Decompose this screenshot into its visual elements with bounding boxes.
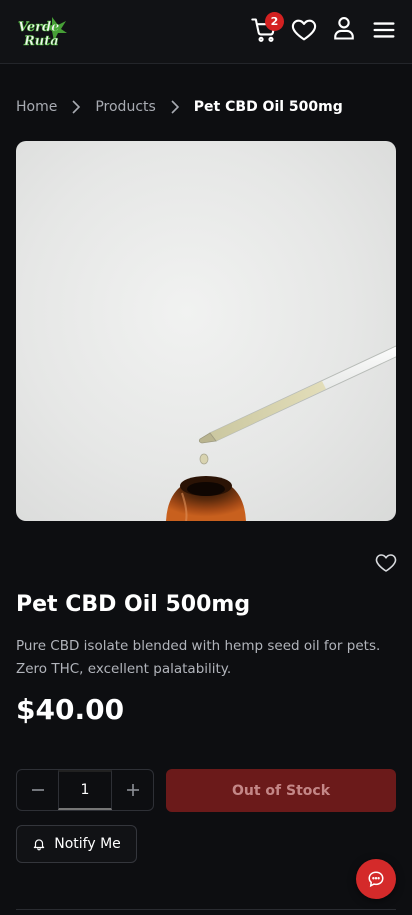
out-of-stock-button[interactable]: Out of Stock [166,769,396,812]
increase-quantity-button[interactable] [112,770,153,810]
section-divider [16,909,396,910]
wishlist-button[interactable] [290,16,318,44]
decrease-quantity-button[interactable] [17,770,58,810]
menu-button[interactable] [370,16,398,44]
chevron-right-icon [72,100,81,114]
product-price: $40.00 [16,693,125,726]
heart-outline-icon [375,554,397,572]
cbd-oil-dropper-photo [166,345,396,521]
svg-text:Ruta: Ruta [23,34,59,49]
notify-me-label: Notify Me [54,836,121,852]
breadcrumb-current: Pet CBD Oil 500mg [193,99,343,115]
brand-logo[interactable]: Verde Ruta [14,13,68,51]
cart-count-badge: 2 [265,12,284,31]
bell-icon [33,839,45,851]
heart-icon [291,19,317,41]
product-title: Pet CBD Oil 500mg [16,592,251,617]
breadcrumb-products-link[interactable]: Products [95,99,155,115]
svg-text:Verde: Verde [18,20,59,35]
product-image[interactable] [16,141,396,521]
breadcrumb: Home Products Pet CBD Oil 500mg [16,96,343,118]
minus-icon [31,789,44,791]
add-to-wishlist-button[interactable] [374,551,398,575]
quantity-stepper [16,769,154,811]
quantity-input[interactable] [58,770,112,810]
chat-button[interactable] [356,859,396,899]
chevron-right-icon [171,100,179,114]
menu-icon [373,22,395,38]
verde-ruta-logo-icon: Verde Ruta [18,17,67,49]
product-description: Pure CBD isolate blended with hemp seed … [16,638,381,677]
plus-icon [126,784,139,796]
notify-me-button[interactable]: Notify Me [16,825,137,863]
chat-bubble-icon [368,871,384,888]
breadcrumb-home-link[interactable]: Home [16,99,57,115]
site-header: Verde Ruta 2 [0,0,412,64]
user-icon [334,17,354,40]
account-button[interactable] [330,14,358,42]
